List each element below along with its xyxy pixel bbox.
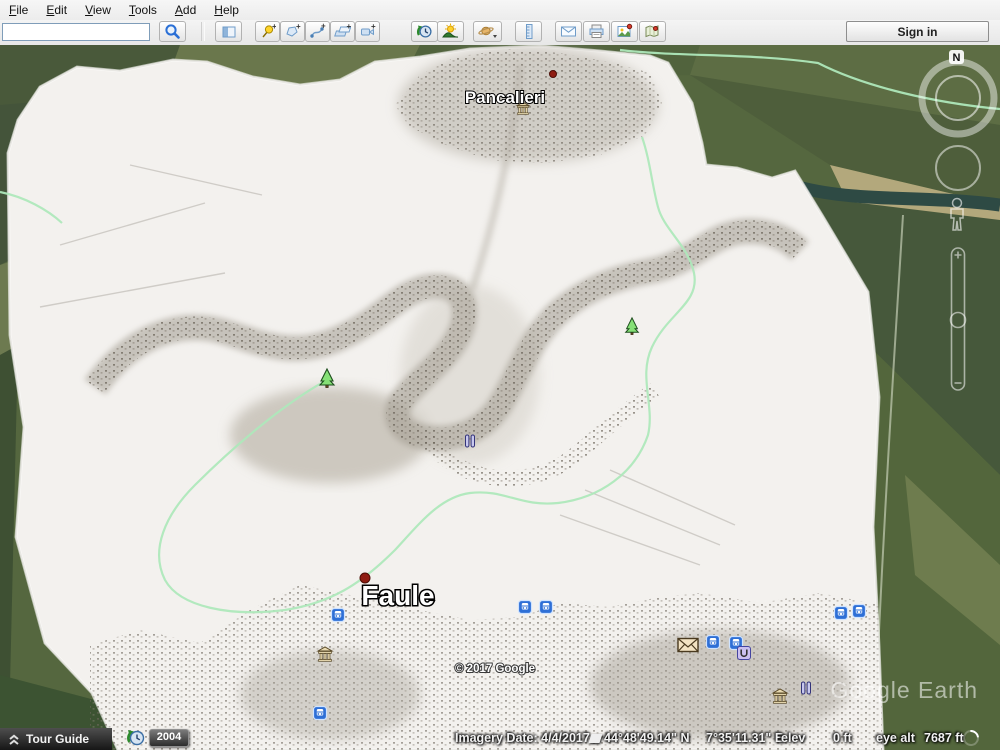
- print-button[interactable]: [583, 21, 610, 42]
- historical-imagery-icon: [416, 23, 433, 40]
- tour-guide-bar[interactable]: Tour Guide: [0, 728, 112, 750]
- tour-guide-label: Tour Guide: [26, 732, 89, 746]
- town-label-faule[interactable]: Faule: [361, 580, 434, 611]
- add-polygon-icon: +: [284, 23, 301, 40]
- planets-icon: [478, 23, 498, 40]
- view-in-maps-icon: [644, 23, 661, 40]
- search-button[interactable]: [159, 21, 186, 42]
- svg-text:+: +: [272, 23, 276, 31]
- historical-imagery-button[interactable]: [411, 21, 438, 42]
- view-in-maps-button[interactable]: [639, 21, 666, 42]
- time-slider-clock-icon[interactable]: [126, 728, 146, 748]
- svg-text:+: +: [296, 23, 301, 31]
- add-polygon-button[interactable]: +: [280, 21, 305, 42]
- chevrons-up-icon: [7, 732, 21, 746]
- save-image-button[interactable]: [611, 21, 638, 42]
- menu-add[interactable]: Add: [166, 1, 205, 19]
- eye-alt-label: eye alt: [876, 731, 915, 745]
- eye-alt-value: 7687 ft: [924, 731, 964, 745]
- sidebar-toggle-button[interactable]: [215, 21, 242, 42]
- sidebar-toggle-icon: [221, 24, 237, 40]
- search-icon: [164, 23, 181, 40]
- latitude-value: 44°48'49.14" N: [604, 731, 690, 745]
- menu-view[interactable]: View: [76, 1, 120, 19]
- compass-north-label: N: [953, 52, 961, 64]
- record-tour-icon: +: [359, 23, 376, 40]
- transit-stop-icon[interactable]: [314, 707, 327, 720]
- transit-stop-icon[interactable]: [540, 601, 553, 614]
- map-3d-view[interactable]: Pancalieri Faule © 2017 Google Google Ea…: [0, 45, 1000, 750]
- transit-stop-icon[interactable]: [707, 636, 720, 649]
- menu-edit[interactable]: Edit: [37, 1, 76, 19]
- imagery-date-label: Imagery Date: 4/4/2017: [455, 731, 590, 745]
- town-label-pancalieri[interactable]: Pancalieri: [465, 88, 545, 107]
- print-icon: [588, 23, 605, 40]
- transit-stop-icon[interactable]: [519, 601, 532, 614]
- add-path-icon: +: [309, 23, 326, 40]
- toolbar-separator: [201, 22, 205, 41]
- svg-text:+: +: [371, 23, 376, 31]
- longitude-value: 7°35'11.31" E: [706, 731, 783, 745]
- menu-help[interactable]: Help: [205, 1, 248, 19]
- record-tour-button[interactable]: +: [355, 21, 380, 42]
- ruler-button[interactable]: [515, 21, 542, 42]
- svg-text:+: +: [347, 23, 352, 31]
- copyright-label: © 2017 Google: [455, 663, 535, 675]
- transit-stop-icon[interactable]: [332, 609, 345, 622]
- planets-button[interactable]: [473, 21, 502, 42]
- add-placemark-button[interactable]: +: [255, 21, 280, 42]
- post-office-icon[interactable]: [678, 639, 698, 652]
- save-image-icon: [616, 23, 633, 40]
- transit-stop-icon[interactable]: [835, 607, 848, 620]
- sign-in-button[interactable]: Sign in: [846, 21, 989, 42]
- sunlight-icon: [442, 23, 459, 40]
- parking-u-icon[interactable]: [738, 647, 751, 660]
- email-button[interactable]: [555, 21, 582, 42]
- add-image-overlay-button[interactable]: +: [330, 21, 355, 42]
- svg-text:+: +: [321, 23, 326, 31]
- toolbar: + + + + +: [0, 20, 1000, 46]
- placemark-dot[interactable]: [550, 71, 557, 78]
- time-slider-year-button[interactable]: 2004: [149, 729, 189, 747]
- email-icon: [560, 23, 577, 40]
- add-placemark-icon: +: [259, 23, 276, 40]
- google-earth-watermark: Google Earth: [830, 677, 978, 703]
- elev-label: elev: [781, 731, 805, 745]
- add-image-overlay-icon: +: [334, 23, 351, 40]
- google-earth-window: File Edit View Tools Add Help +: [0, 0, 1000, 750]
- menu-tools[interactable]: Tools: [120, 1, 166, 19]
- add-path-button[interactable]: +: [305, 21, 330, 42]
- elev-value: 0 ft: [833, 731, 852, 745]
- menu-file[interactable]: File: [0, 1, 37, 19]
- map-canvas: Pancalieri Faule © 2017 Google Google Ea…: [0, 45, 1000, 750]
- search-input[interactable]: [2, 23, 150, 41]
- sunlight-button[interactable]: [437, 21, 464, 42]
- transit-stop-icon[interactable]: [853, 605, 866, 618]
- ruler-icon: [521, 23, 537, 40]
- menu-bar: File Edit View Tools Add Help: [0, 0, 1000, 21]
